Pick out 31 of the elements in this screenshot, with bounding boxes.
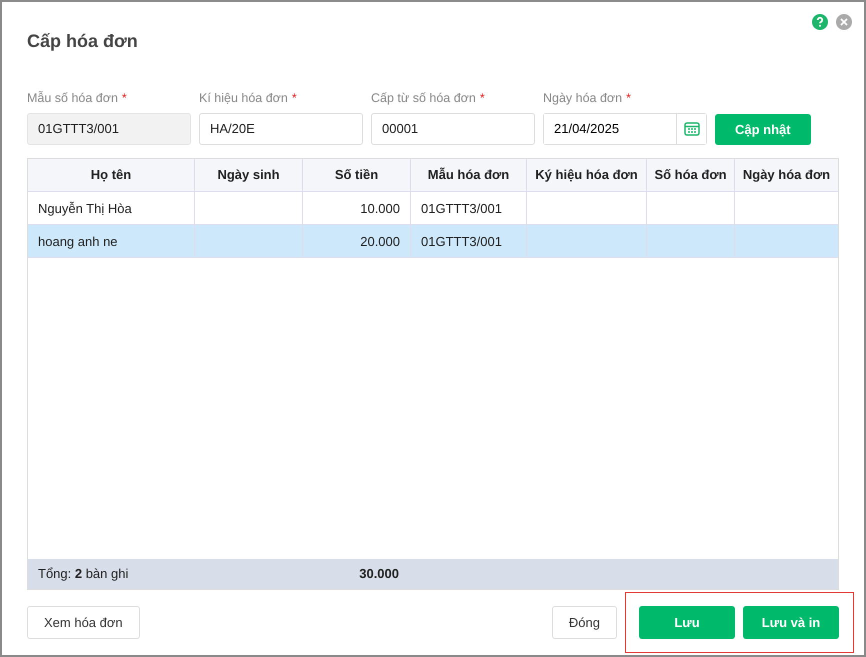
field-label: Ngày hóa đơn	[543, 90, 622, 107]
field-label: Cấp từ số hóa đơn	[371, 90, 476, 107]
close-icon[interactable]	[836, 14, 852, 30]
field-label: Kí hiệu hóa đơn	[199, 90, 288, 107]
column-header: Số hóa đơn	[647, 158, 735, 192]
field-label: Mẫu số hóa đơn	[27, 90, 118, 107]
summary-total: 30.000	[358, 564, 400, 583]
help-icon[interactable]	[812, 14, 828, 30]
column-header: Số tiền	[303, 158, 411, 192]
column-header: Mẫu hóa đơn	[411, 158, 527, 192]
required-mark: *	[292, 90, 297, 107]
table-cell: 01GTTT3/001	[411, 224, 527, 258]
column-header: Ngày sinh	[195, 158, 303, 192]
required-mark: *	[122, 90, 127, 107]
calendar-icon[interactable]	[684, 121, 700, 136]
column-header: Họ tên	[28, 158, 195, 192]
required-mark: *	[626, 90, 631, 107]
outline-button[interactable]: Đóng	[552, 606, 617, 639]
column-header: Ngày hóa đơn	[735, 158, 838, 192]
required-mark: *	[480, 90, 485, 107]
table-row[interactable]: hoang anh ne 20.000 01GTTT3/001	[28, 224, 838, 258]
table-cell: 20.000	[303, 224, 411, 258]
outline-button[interactable]: Xem hóa đơn	[27, 606, 140, 639]
table-cell: hoang anh ne	[28, 224, 195, 258]
input-field[interactable]: 00001	[371, 112, 535, 145]
summary-label: Tổng: 2 bàn ghi	[37, 564, 130, 583]
input-field[interactable]: HA/20E	[199, 112, 363, 145]
dialog-title: Cấp hóa đơn	[27, 30, 139, 53]
column-header: Ký hiệu hóa đơn	[527, 158, 647, 192]
calendar-button[interactable]	[676, 114, 706, 144]
date-field[interactable]: 21/04/2025	[543, 112, 707, 145]
